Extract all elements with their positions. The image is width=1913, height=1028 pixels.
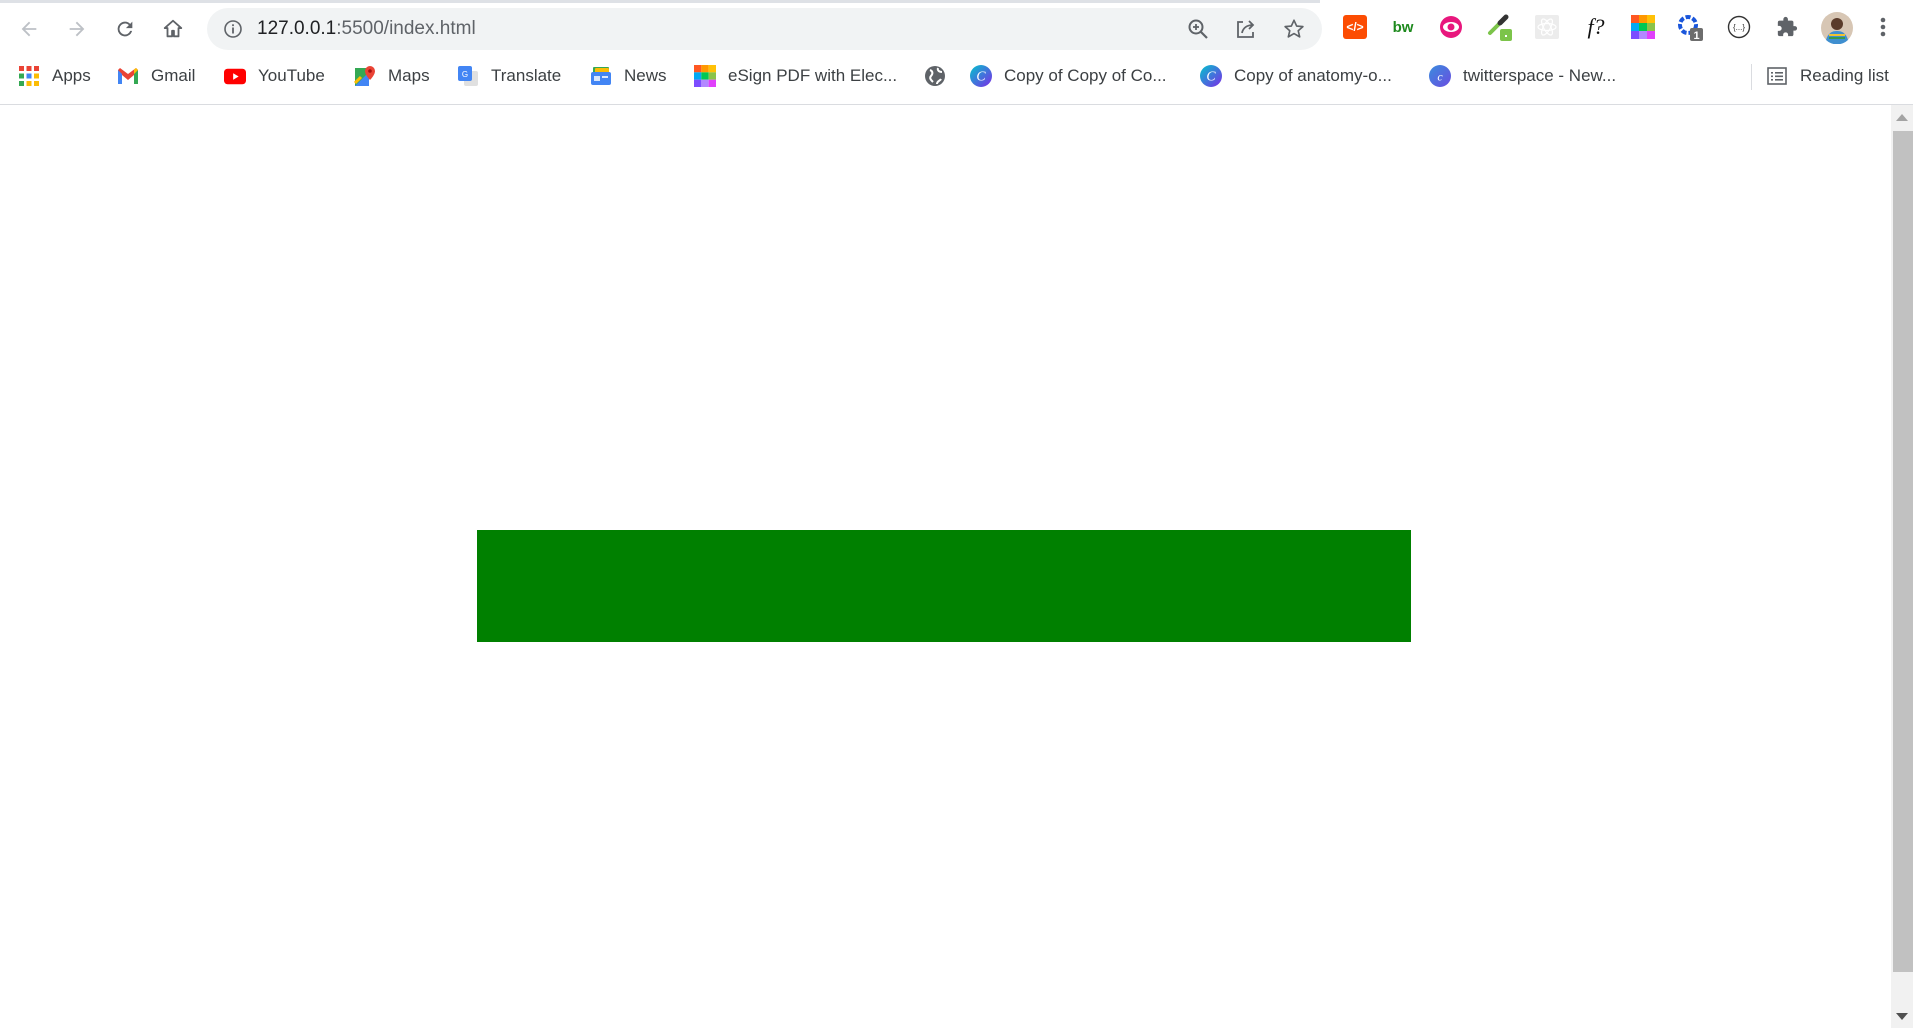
bookmark-label: eSign PDF with Elec... xyxy=(728,66,898,85)
gear-icon: 1 xyxy=(1678,15,1703,41)
bookmark-copy-of-copy[interactable]: C Copy of Copy of Co... xyxy=(970,58,1167,94)
bookmark-label: News xyxy=(624,66,667,85)
color-picker-extension-button[interactable] xyxy=(1486,13,1514,41)
bookmark-translate[interactable]: G Translate xyxy=(457,58,561,94)
scroll-thumb[interactable] xyxy=(1893,131,1913,972)
youtube-icon xyxy=(224,65,246,87)
bookmark-youtube[interactable]: YouTube xyxy=(224,58,325,94)
toggl-extension-button[interactable]: </> xyxy=(1341,13,1369,41)
browser-menu-button[interactable] xyxy=(1869,13,1897,41)
puzzle-icon xyxy=(1777,16,1798,37)
page-content xyxy=(0,105,1891,1028)
json-extension-button[interactable]: {...} xyxy=(1725,13,1753,41)
reading-list-button[interactable]: Reading list xyxy=(1766,58,1889,94)
kebab-menu-icon xyxy=(1880,17,1886,37)
bookmark-globe[interactable] xyxy=(924,58,946,94)
home-button[interactable] xyxy=(156,12,190,46)
share-button[interactable] xyxy=(1234,17,1258,41)
eye-icon xyxy=(1440,16,1462,38)
reading-list-label: Reading list xyxy=(1800,66,1889,85)
reading-list-icon xyxy=(1766,65,1788,87)
vertical-scrollbar[interactable] xyxy=(1891,105,1913,1028)
gmail-icon xyxy=(117,65,139,87)
bookmark-gmail[interactable]: Gmail xyxy=(117,58,195,94)
share-icon xyxy=(1237,20,1255,38)
scroll-down-arrow-icon xyxy=(1896,1012,1908,1020)
bookmark-copy-of-anatomy[interactable]: C Copy of anatomy-o... xyxy=(1200,58,1392,94)
news-icon xyxy=(590,65,612,87)
translate-icon: G xyxy=(457,65,479,87)
bookmark-label: Copy of Copy of Co... xyxy=(1004,66,1167,85)
zoom-icon xyxy=(1188,19,1208,39)
bookmark-maps[interactable]: Maps xyxy=(354,58,430,94)
bookmarks-separator xyxy=(1751,64,1752,90)
whatfont-icon: f? xyxy=(1587,14,1605,39)
back-arrow-icon xyxy=(21,21,37,37)
color-grid-icon xyxy=(1631,15,1655,39)
react-icon xyxy=(1535,15,1559,39)
forward-button[interactable] xyxy=(60,12,94,46)
bookmark-label: Copy of anatomy-o... xyxy=(1234,66,1392,85)
profile-avatar-button[interactable] xyxy=(1821,12,1853,44)
extensions-button[interactable] xyxy=(1773,13,1801,41)
scroll-up-arrow-icon xyxy=(1896,113,1908,121)
green-box xyxy=(477,530,1411,642)
bookmark-esign[interactable]: eSign PDF with Elec... xyxy=(694,58,897,94)
scroll-down-button[interactable] xyxy=(1891,1006,1913,1026)
esign-icon xyxy=(694,65,716,87)
bookmarks-bar: Apps Gmail YouTube Maps G Translate News… xyxy=(0,58,1913,94)
apps-grid-icon xyxy=(18,65,40,87)
bookmark-label: Apps xyxy=(52,66,91,85)
json-braces-icon: {...} xyxy=(1727,15,1751,39)
code-extension-icon: </> xyxy=(1343,15,1367,39)
forward-arrow-icon xyxy=(69,21,85,37)
info-icon[interactable] xyxy=(223,19,243,39)
canva-icon: C xyxy=(970,65,992,87)
eye-extension-button[interactable] xyxy=(1437,13,1465,41)
scroll-up-button[interactable] xyxy=(1891,107,1913,127)
svg-text:{...}: {...} xyxy=(1733,23,1745,32)
eyedropper-icon xyxy=(1488,14,1512,41)
tab-strip-edge-right xyxy=(1320,0,1913,3)
colorful-grid-extension-button[interactable] xyxy=(1629,13,1657,41)
reload-icon xyxy=(117,21,133,37)
react-devtools-extension-button[interactable] xyxy=(1533,13,1561,41)
bookmark-apps[interactable]: Apps xyxy=(18,58,91,94)
avatar xyxy=(1821,12,1853,44)
globe-icon xyxy=(924,65,946,87)
tab-strip-edge xyxy=(0,0,1320,3)
canva-icon: c xyxy=(1429,65,1451,87)
svg-text:C: C xyxy=(1206,69,1216,84)
extension-badge: 1 xyxy=(1693,30,1699,41)
bw-extension-icon: bw xyxy=(1392,18,1414,36)
bookmark-news[interactable]: News xyxy=(590,58,667,94)
browser-toolbar: 127.0.0.1:5500/index.html </> bw f? 1 {.… xyxy=(0,0,1913,105)
zoom-button[interactable] xyxy=(1186,17,1210,41)
reload-button[interactable] xyxy=(108,12,142,46)
url-text[interactable]: 127.0.0.1:5500/index.html xyxy=(257,18,476,40)
canva-icon: C xyxy=(1200,65,1222,87)
url-host: 127.0.0.1 xyxy=(257,18,337,39)
bookmark-star-button[interactable] xyxy=(1282,17,1306,41)
gear-extension-button[interactable]: 1 xyxy=(1676,13,1704,41)
svg-text:c: c xyxy=(1437,70,1443,84)
address-bar[interactable]: 127.0.0.1:5500/index.html xyxy=(207,8,1322,50)
svg-text:C: C xyxy=(976,69,986,84)
back-button[interactable] xyxy=(12,12,46,46)
bookmark-twitterspace[interactable]: c twitterspace - New... xyxy=(1429,58,1616,94)
url-path: :5500/index.html xyxy=(336,18,476,39)
bookmark-label: Translate xyxy=(491,66,562,85)
bookmark-label: twitterspace - New... xyxy=(1463,66,1617,85)
bookmark-label: Gmail xyxy=(151,66,196,85)
bookmark-label: Maps xyxy=(388,66,430,85)
bw-extension-button[interactable]: bw xyxy=(1389,13,1417,41)
home-icon xyxy=(163,19,183,38)
whatfont-extension-button[interactable]: f? xyxy=(1582,13,1610,41)
svg-text:G: G xyxy=(462,70,468,79)
star-icon xyxy=(1284,19,1304,38)
maps-icon xyxy=(354,65,376,87)
bookmark-label: YouTube xyxy=(258,66,325,85)
